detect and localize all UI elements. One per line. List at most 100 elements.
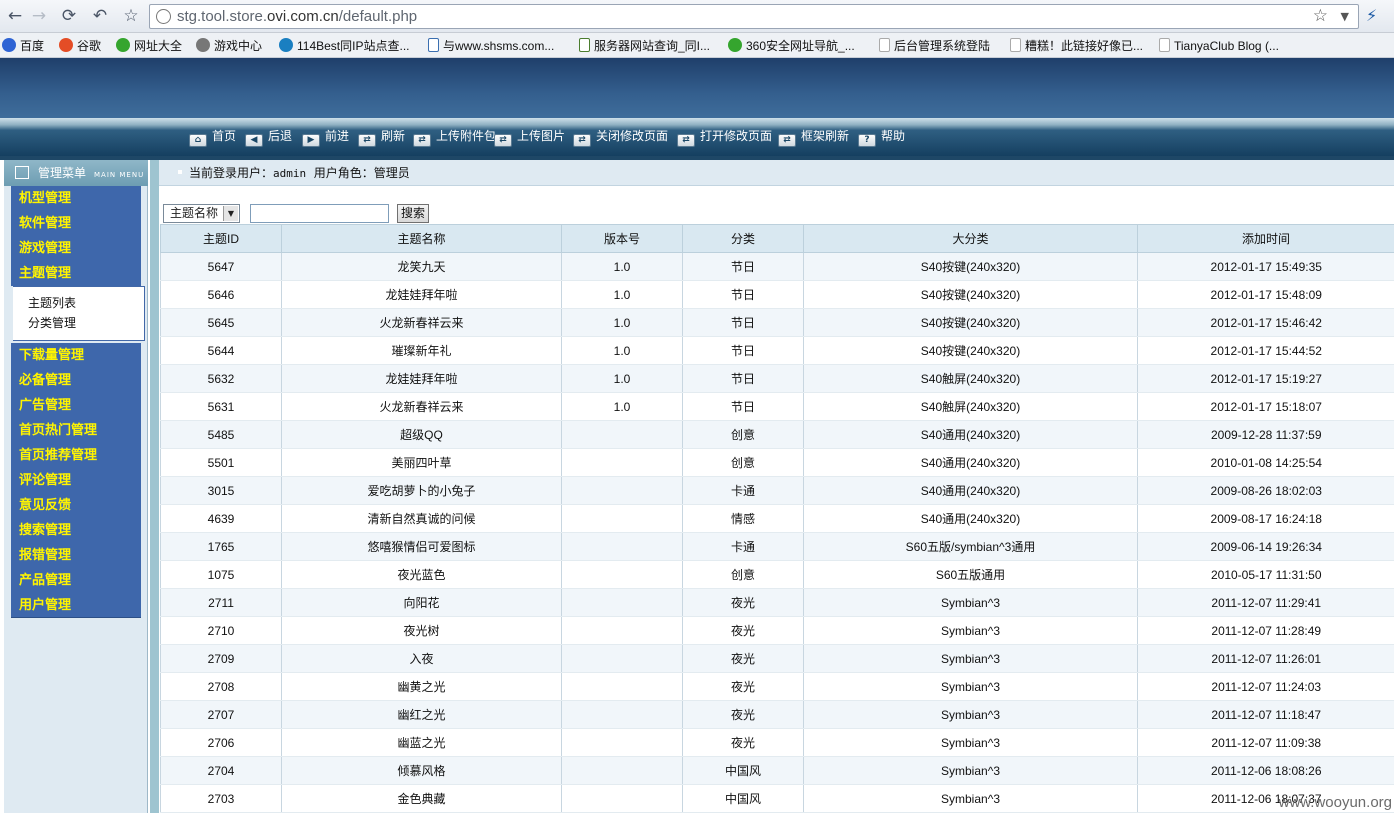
sidebar-menu-item[interactable]: 广告管理 <box>11 393 141 418</box>
table-row[interactable]: 1765 悠嘻猴情侣可爱图标 卡通 S60五版/symbian^3通用 2009-06-… <box>160 532 1394 561</box>
bookmark-item[interactable]: TianyaClub Blog (... <box>1159 37 1279 55</box>
bookmark-icon <box>428 38 439 52</box>
sidebar-menu-item[interactable]: 报错管理 <box>11 543 141 568</box>
table-row[interactable]: 5644 璀璨新年礼 1.0 节日 S40按键(240x320) 2012-01-17 1… <box>160 336 1394 365</box>
sidebar-menu-item[interactable]: 软件管理 <box>11 211 141 236</box>
submenu-item-theme-list[interactable]: 主题列表 <box>28 294 76 311</box>
sidebar-menu-item[interactable]: 游戏管理 <box>11 236 141 261</box>
bookmark-star-icon[interactable]: ☆ <box>1313 6 1328 26</box>
table-cell: Symbian^3 <box>803 756 1138 785</box>
bookmark-item[interactable]: 游戏中心 <box>196 37 262 55</box>
bookmark-item[interactable]: 后台管理系统登陆 <box>879 37 990 55</box>
table-cell: 2708 <box>160 672 282 701</box>
table-cell: 夜光 <box>682 644 804 673</box>
table-row[interactable]: 5485 超级QQ 创意 S40通用(240x320) 2009-12-28 11:37… <box>160 420 1394 449</box>
table-row[interactable]: 2707 幽红之光 夜光 Symbian^3 2011-12-07 11:18:47 <box>160 700 1394 729</box>
table-cell: 火龙新春祥云来 <box>281 392 562 421</box>
toolbar-button[interactable]: ? 帮助 <box>858 127 905 147</box>
forward-arrow-icon[interactable]: → <box>28 5 50 27</box>
bookmark-item[interactable]: 网址大全 <box>116 37 182 55</box>
toolbar-button[interactable]: ⇄ 上传附件包 <box>413 127 496 147</box>
sidebar-menu-item[interactable]: 产品管理 <box>11 568 141 593</box>
table-row[interactable]: 5632 龙娃娃拜年啦 1.0 节日 S40触屏(240x320) 2012-01-17 … <box>160 364 1394 393</box>
role-label: 用户角色： <box>313 166 374 180</box>
sidebar-menu-item[interactable]: 搜索管理 <box>11 518 141 543</box>
favorite-star-icon[interactable]: ☆ <box>120 5 142 27</box>
table-row[interactable]: 5647 龙笑九天 1.0 节日 S40按键(240x320) 2012-01-17 15… <box>160 252 1394 281</box>
sidebar-menu-item[interactable]: 首页推荐管理 <box>11 443 141 468</box>
search-field-value: 主题名称 <box>170 206 219 220</box>
bookmark-item[interactable]: 百度 <box>2 37 44 55</box>
toolbar-button[interactable]: ◀ 后退 <box>245 127 292 147</box>
toolbar-button[interactable]: ⇄ 刷新 <box>358 127 405 147</box>
table-cell: 1.0 <box>561 392 683 421</box>
table-cell: 2009-08-26 18:02:03 <box>1137 476 1394 505</box>
table-row[interactable]: 1075 夜光蓝色 创意 S60五版通用 2010-05-17 11:31:50 <box>160 560 1394 589</box>
reload-icon[interactable]: ⟳ <box>58 5 80 27</box>
bookmark-item[interactable]: 与www.shsms.com... <box>428 37 554 55</box>
sidebar-menu-item[interactable]: 评论管理 <box>11 468 141 493</box>
url-text[interactable]: stg.tool.store.ovi.com.cn/default.php <box>177 8 417 25</box>
table-row[interactable]: 5501 美丽四叶草 创意 S40通用(240x320) 2010-01-08 14:2… <box>160 448 1394 477</box>
sidebar-menu-item[interactable]: 必备管理 <box>11 368 141 393</box>
table-row[interactable]: 2711 向阳花 夜光 Symbian^3 2011-12-07 11:29:41 <box>160 588 1394 617</box>
table-row[interactable]: 5631 火龙新春祥云来 1.0 节日 S40触屏(240x320) 2012-01-17… <box>160 392 1394 421</box>
toolbar-button[interactable]: ⇄ 上传图片 <box>494 127 565 147</box>
table-cell: Symbian^3 <box>803 672 1138 701</box>
sidebar-menu-item[interactable]: 机型管理 <box>11 186 141 211</box>
table-row[interactable]: 5645 火龙新春祥云来 1.0 节日 S40按键(240x320) 2012-01-17… <box>160 308 1394 337</box>
table-cell: 2704 <box>160 756 282 785</box>
dropdown-arrow-icon[interactable]: ▼ <box>1341 10 1349 23</box>
sidebar-menu-item[interactable]: 首页热门管理 <box>11 418 141 443</box>
table-cell: S40通用(240x320) <box>803 476 1138 505</box>
bookmark-label: 网址大全 <box>134 39 183 53</box>
table-cell: S40触屏(240x320) <box>803 392 1138 421</box>
upload-icon: ⇄ <box>413 134 431 147</box>
undo-icon[interactable]: ↶ <box>89 5 111 27</box>
sidebar-menu-item[interactable]: 主题管理 <box>11 261 141 286</box>
table-row[interactable]: 3015 爱吃胡萝卜的小兔子 卡通 S40通用(240x320) 2009-08-26 … <box>160 476 1394 505</box>
toolbar-button[interactable]: ⇄ 关闭修改页面 <box>573 127 668 147</box>
toolbar-button[interactable]: ⌂ 首页 <box>189 127 236 147</box>
bookmark-item[interactable]: 谷歌 <box>59 37 101 55</box>
table-cell: S40通用(240x320) <box>803 420 1138 449</box>
search-input[interactable] <box>250 204 389 223</box>
submenu-item-category[interactable]: 分类管理 <box>28 314 76 331</box>
search-button[interactable]: 搜索 <box>397 204 429 223</box>
toolbar-button[interactable]: ⇄ 打开修改页面 <box>677 127 772 147</box>
theme-table: 主题ID 主题名称 版本号 分类 大分类 添加时间 5647 龙笑九天 1.0 节日 S40按键(… <box>160 224 1394 813</box>
table-row[interactable]: 2703 金色典藏 中国风 Symbian^3 2011-12-06 18:07:37 <box>160 784 1394 813</box>
table-row[interactable]: 2709 入夜 夜光 Symbian^3 2011-12-07 11:26:01 <box>160 644 1394 673</box>
table-cell: 5644 <box>160 336 282 365</box>
table-row[interactable]: 5646 龙娃娃拜年啦 1.0 节日 S40按键(240x320) 2012-01-17 … <box>160 280 1394 309</box>
bookmark-item[interactable]: 糟糕！此链接好像已... <box>1010 37 1143 55</box>
bookmark-item[interactable]: 服务器网站查询_同I... <box>579 37 710 55</box>
table-row[interactable]: 4639 清新自然真诚的问候 情感 S40通用(240x320) 2009-08-17 … <box>160 504 1394 533</box>
toolbar-button[interactable]: ⇄ 框架刷新 <box>778 127 849 147</box>
table-row[interactable]: 2710 夜光树 夜光 Symbian^3 2011-12-07 11:28:49 <box>160 616 1394 645</box>
toolbar-button[interactable]: ▶ 前进 <box>302 127 349 147</box>
back-arrow-icon[interactable]: ← <box>4 5 26 27</box>
bookmark-icon <box>279 38 293 52</box>
table-cell: 卡通 <box>682 532 804 561</box>
sidebar-menu-item[interactable]: 用户管理 <box>11 593 141 618</box>
sidebar-menu-item[interactable]: 意见反馈 <box>11 493 141 518</box>
bookmark-item[interactable]: 360安全网址导航_... <box>728 37 855 55</box>
table-cell: 节日 <box>682 280 804 309</box>
table-row[interactable]: 2708 幽黄之光 夜光 Symbian^3 2011-12-07 11:24:03 <box>160 672 1394 701</box>
table-cell: 节日 <box>682 364 804 393</box>
sidebar-header: 管理菜单 MAIN MENU <box>4 160 162 186</box>
sidebar-subtitle: MAIN MENU <box>94 171 145 179</box>
bookmark-item[interactable]: 114Best同IP站点查... <box>279 37 409 55</box>
table-cell <box>561 420 683 449</box>
address-bar[interactable]: stg.tool.store.ovi.com.cn/default.php ☆ … <box>149 4 1359 29</box>
table-cell: 2009-06-14 19:26:34 <box>1137 532 1394 561</box>
lightning-icon[interactable]: ⚡ <box>1366 6 1377 25</box>
sidebar-menu-item[interactable]: 下载量管理 <box>11 343 141 368</box>
table-row[interactable]: 2704 倾慕风格 中国风 Symbian^3 2011-12-06 18:08:26 <box>160 756 1394 785</box>
sidebar-splitter[interactable] <box>150 160 159 813</box>
table-cell: 2011-12-07 11:09:38 <box>1137 728 1394 757</box>
table-row[interactable]: 2706 幽蓝之光 夜光 Symbian^3 2011-12-07 11:09:38 <box>160 728 1394 757</box>
search-field-select[interactable]: 主题名称 ▼ <box>163 204 240 223</box>
table-cell: 向阳花 <box>281 588 562 617</box>
